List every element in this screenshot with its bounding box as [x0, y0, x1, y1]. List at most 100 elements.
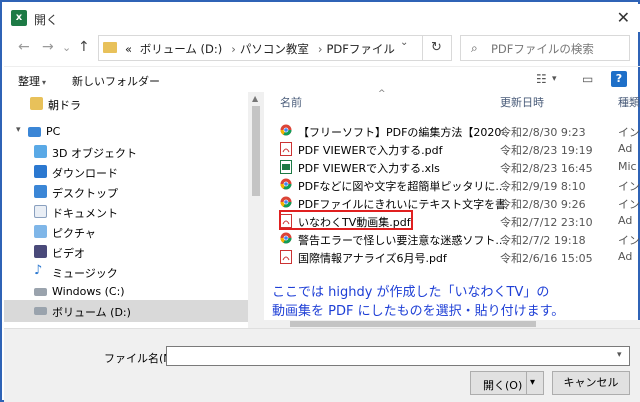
- column-header-type[interactable]: 種類: [618, 94, 640, 116]
- window-title: 開く: [34, 13, 59, 27]
- chrome-html-icon: [280, 232, 292, 246]
- file-row[interactable]: PDF VIEWERで入力する.xls 令和2/8/23 16:45 Mic: [278, 158, 640, 176]
- breadcrumb-pasokon-kyoshitsu[interactable]: パソコン教室: [240, 42, 309, 56]
- expand-caret-icon[interactable]: ▾: [16, 125, 21, 135]
- sidebar-item-music[interactable]: ♪ ミュージック: [4, 262, 248, 282]
- annotation-line-2: 動画集を PDF にしたものを選択・貼り付けます。: [272, 304, 565, 319]
- sidebar-item-downloads[interactable]: ダウンロード: [4, 162, 248, 182]
- instruction-annotation: ここでは highdy が作成した「いなわくTV」の 動画集を PDF にしたも…: [272, 283, 564, 321]
- open-button-label: 開く(O): [483, 379, 523, 392]
- breadcrumb-separator-icon: ›: [231, 42, 236, 56]
- sidebar-item-label: PC: [46, 125, 61, 138]
- organize-button[interactable]: 整理 ▾: [18, 73, 46, 89]
- refresh-icon[interactable]: ↻: [422, 35, 450, 61]
- desktop-icon: [34, 185, 47, 198]
- navigation-pane: 朝ドラ ▾ PC 3D オブジェクト ダウンロード デスクトップ ドキュメント …: [4, 92, 248, 328]
- preview-pane-icon[interactable]: ▭: [582, 72, 593, 86]
- file-row[interactable]: PDF VIEWERで入力する.pdf 令和2/8/23 19:19 Ad: [278, 140, 640, 158]
- sidebar-item-3d-objects[interactable]: 3D オブジェクト: [4, 142, 248, 162]
- search-input[interactable]: PDFファイルの検索: [491, 41, 594, 57]
- sidebar-item-desktop[interactable]: デスクトップ: [4, 182, 248, 202]
- filename-dropdown-icon[interactable]: ▾: [617, 350, 622, 360]
- file-date: 令和2/8/23 16:45: [500, 162, 593, 175]
- sidebar-item-asadora[interactable]: 朝ドラ: [4, 94, 248, 114]
- close-icon[interactable]: ✕: [617, 8, 630, 27]
- file-name: 【フリーソフト】PDFの編集方法【2020年...: [298, 126, 504, 139]
- open-options-dropdown-icon[interactable]: ▾: [530, 377, 535, 388]
- file-date: 令和2/8/30 9:26: [500, 198, 586, 211]
- sidebar-item-label: 朝ドラ: [48, 99, 81, 112]
- sidebar-item-windows-c[interactable]: Windows (C:): [4, 282, 248, 302]
- change-view-icon[interactable]: ☷: [536, 72, 547, 86]
- address-dropdown-icon[interactable]: ⌄: [400, 37, 408, 48]
- file-type: Ad: [618, 214, 633, 227]
- file-row[interactable]: PDFなどに図や文字を超簡単ピッタリに... 令和2/9/19 8:10 イン: [278, 176, 640, 194]
- sidebar-item-pc[interactable]: ▾ PC: [4, 122, 248, 142]
- drive-icon: [34, 288, 47, 296]
- breadcrumb-volume-d[interactable]: ボリューム (D:): [140, 42, 223, 56]
- view-dropdown-icon[interactable]: ▾: [552, 74, 557, 84]
- file-row[interactable]: 国際情報アナライズ6月号.pdf 令和2/6/16 15:05 Ad: [278, 248, 640, 266]
- sidebar-item-label: デスクトップ: [52, 187, 118, 200]
- file-row[interactable]: 【フリーソフト】PDFの編集方法【2020年... 令和2/8/30 9:23 …: [278, 122, 640, 140]
- dialog-footer: ファイル名(N): ▾ 開く(O) ▾ キャンセル: [4, 328, 640, 402]
- drive-icon: [34, 307, 47, 315]
- file-type: Ad: [618, 142, 633, 155]
- help-icon[interactable]: ?: [611, 71, 627, 87]
- file-name: PDF VIEWERで入力する.xls: [298, 162, 440, 175]
- sidebar-item-pictures[interactable]: ピクチャ: [4, 222, 248, 242]
- sidebar-item-documents[interactable]: ドキュメント: [4, 202, 248, 222]
- recent-locations-dropdown-icon[interactable]: ⌄: [62, 41, 71, 54]
- pictures-icon: [34, 225, 47, 238]
- file-name: PDF VIEWERで入力する.pdf: [298, 144, 443, 157]
- file-type: イン: [618, 180, 640, 193]
- cancel-button[interactable]: キャンセル: [552, 371, 630, 395]
- excel-app-icon: x: [11, 10, 27, 26]
- file-type: イン: [618, 234, 640, 247]
- organize-label: 整理: [18, 75, 40, 88]
- breadcrumb-pdf-files[interactable]: PDFファイル: [326, 42, 394, 56]
- filename-field[interactable]: [166, 346, 630, 366]
- sidebar-item-label: ビデオ: [52, 247, 85, 260]
- sidebar-item-videos[interactable]: ビデオ: [4, 242, 248, 262]
- folder-icon: [30, 97, 43, 110]
- file-date: 令和2/9/19 8:10: [500, 180, 586, 193]
- file-type: Mic: [618, 160, 637, 173]
- column-header-date[interactable]: 更新日時: [500, 94, 544, 116]
- document-icon: [34, 205, 47, 218]
- file-name: 国際情報アナライズ6月号.pdf: [298, 252, 447, 265]
- download-icon: [34, 165, 47, 178]
- sort-ascending-icon: ^: [378, 89, 386, 99]
- up-folder-icon[interactable]: ↑: [78, 39, 90, 55]
- file-date: 令和2/7/12 23:10: [500, 216, 593, 229]
- column-header-name[interactable]: 名前: [280, 94, 302, 116]
- file-name: PDFなどに図や文字を超簡単ピッタリに...: [298, 180, 504, 193]
- pdf-icon: [280, 142, 292, 156]
- pdf-icon: [280, 250, 292, 264]
- selected-file-highlight: [279, 210, 413, 230]
- scrollbar-thumb[interactable]: [252, 106, 260, 196]
- breadcrumb-overflow-icon[interactable]: «: [125, 42, 132, 56]
- new-folder-button[interactable]: 新しいフォルダー: [72, 73, 160, 89]
- search-box[interactable]: ⌕ PDFファイルの検索: [460, 35, 630, 61]
- sidebar-item-volume-d[interactable]: ボリューム (D:): [4, 300, 248, 322]
- file-list-horizontal-scrollbar[interactable]: [264, 320, 640, 328]
- scrollbar-thumb[interactable]: [290, 321, 536, 327]
- address-bar[interactable]: « ボリューム (D:) › パソコン教室 › PDFファイル: [98, 35, 452, 61]
- scroll-up-icon[interactable]: ▲: [252, 94, 258, 103]
- navigation-pane-scrollbar[interactable]: ▲: [248, 92, 264, 328]
- forward-arrow-icon[interactable]: →: [42, 39, 54, 55]
- file-type: イン: [618, 198, 640, 211]
- xls-icon: [280, 160, 292, 174]
- breadcrumb: « ボリューム (D:) › パソコン教室 › PDFファイル: [125, 41, 399, 57]
- file-date: 令和2/7/2 19:18: [500, 234, 586, 247]
- sidebar-item-label: 3D オブジェクト: [52, 147, 137, 160]
- file-date: 令和2/8/30 9:23: [500, 126, 586, 139]
- open-button[interactable]: 開く(O) ▾: [470, 371, 544, 395]
- annotation-line-1: ここでは highdy が作成した「いなわくTV」の: [272, 285, 550, 300]
- open-dialog: x 開く ✕ ← → ⌄ ↑ « ボリューム (D:) › パソコン教室 › PDFファ…: [0, 0, 640, 402]
- back-arrow-icon[interactable]: ←: [18, 39, 30, 55]
- file-row[interactable]: 警告エラーで怪しい要注意な迷惑ソフト... 令和2/7/2 19:18 イン: [278, 230, 640, 248]
- chrome-html-icon: [280, 178, 292, 192]
- file-date: 令和2/6/16 15:05: [500, 252, 593, 265]
